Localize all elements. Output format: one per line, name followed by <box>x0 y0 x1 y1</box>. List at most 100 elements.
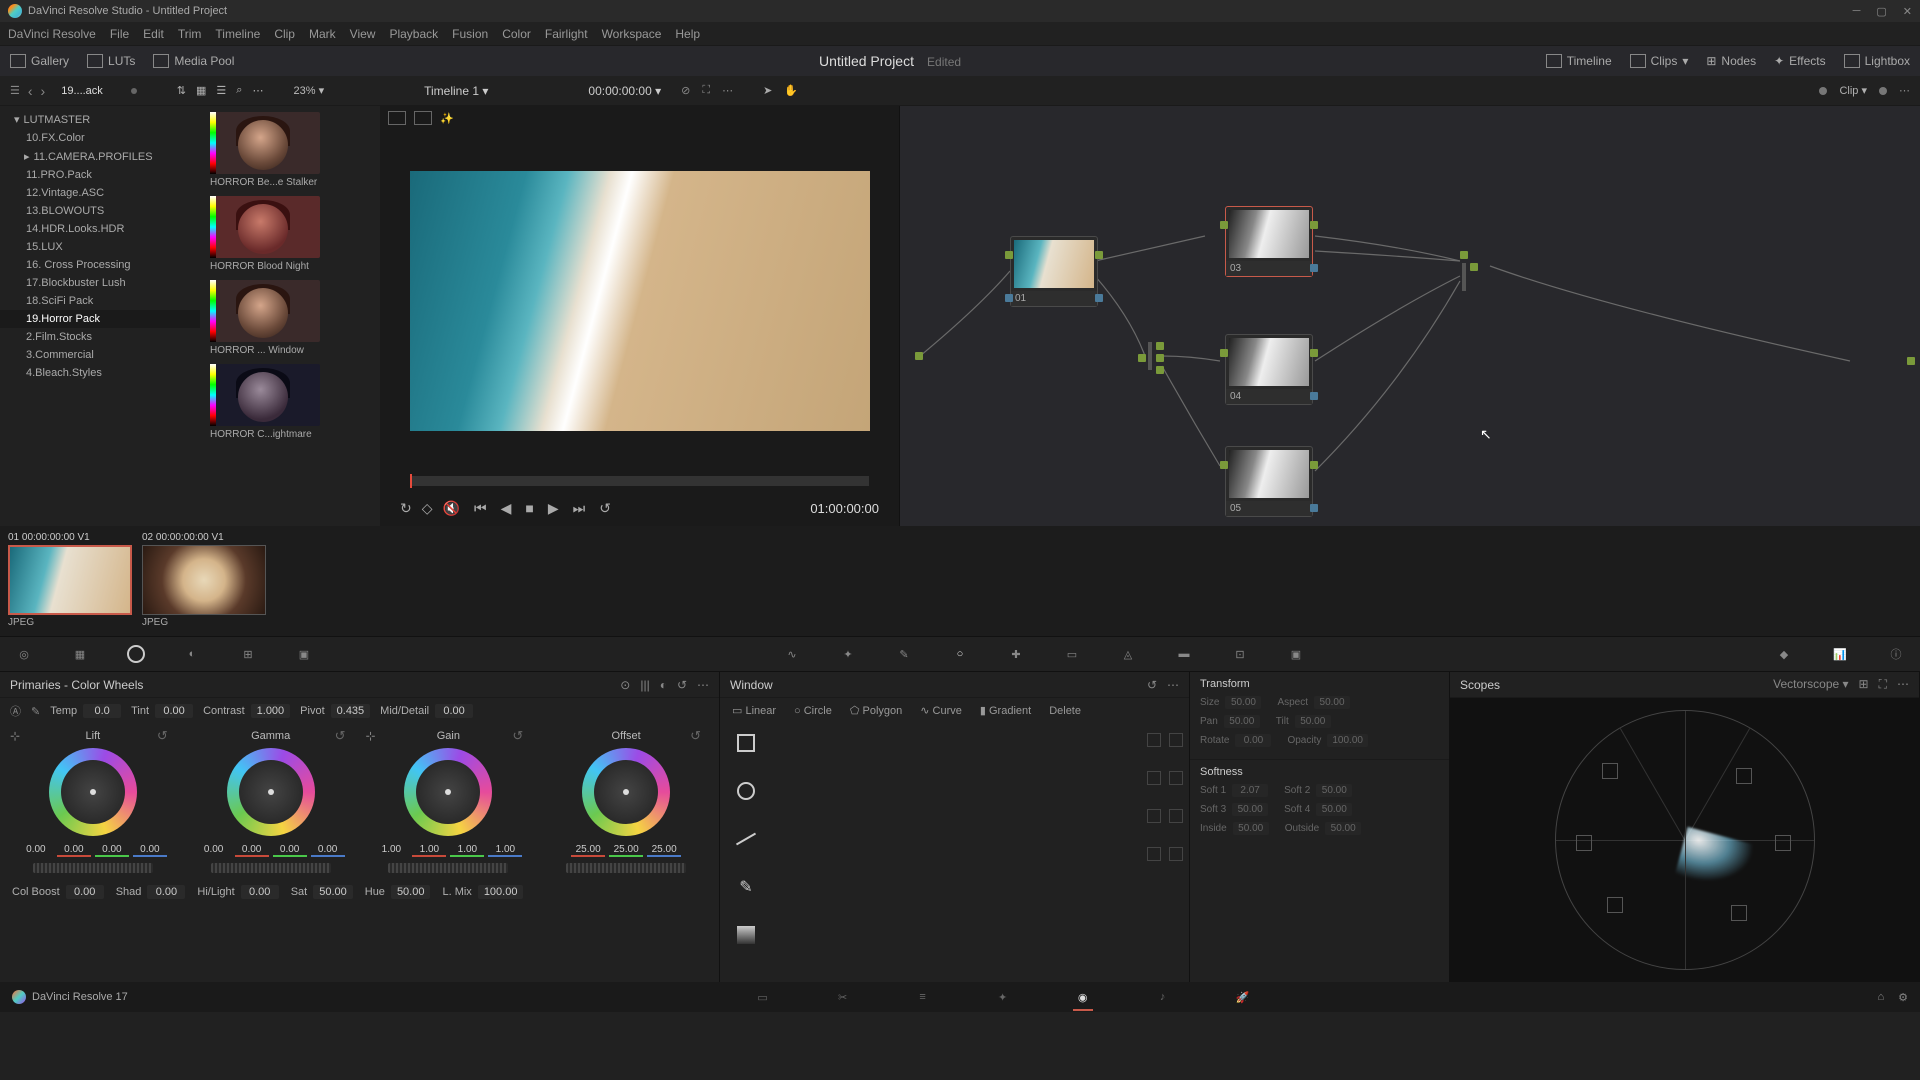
offset-master[interactable] <box>566 863 686 873</box>
clip-thumbnail[interactable]: 01 00:00:00:00 V1 JPEG <box>8 532 132 630</box>
lut-folder-item[interactable]: 15.LUX <box>0 238 200 256</box>
node-input-port[interactable] <box>1220 461 1228 469</box>
lut-folder-item[interactable]: 10.FX.Color <box>0 129 200 147</box>
tint-value[interactable]: 0.00 <box>155 704 193 718</box>
color-wheels-icon[interactable] <box>126 644 146 664</box>
clip-thumbnail[interactable]: 02 00:00:00:00 V1 JPEG <box>142 532 266 630</box>
sort-icon[interactable]: ⇅ <box>177 84 186 97</box>
gamma-r[interactable]: 0.00 <box>235 844 269 857</box>
timeline-selector[interactable]: Timeline 1 ▾ <box>424 84 488 98</box>
node-key-output-port[interactable] <box>1310 504 1318 512</box>
menu-fairlight[interactable]: Fairlight <box>545 27 588 41</box>
lut-folder-item[interactable]: ▸ 11.CAMERA.PROFILES <box>0 147 200 166</box>
motion-effects-icon[interactable]: ▣ <box>294 644 314 664</box>
gamma-g[interactable]: 0.00 <box>273 844 307 857</box>
close-button[interactable]: ✕ <box>1903 5 1912 18</box>
window-square-slot[interactable] <box>734 731 758 755</box>
menu-view[interactable]: View <box>350 27 376 41</box>
lut-folder-item[interactable]: 18.SciFi Pack <box>0 292 200 310</box>
middetail-value[interactable]: 0.00 <box>435 704 473 718</box>
sizing-icon[interactable]: ⊡ <box>1230 644 1250 664</box>
key-icon[interactable]: ▬ <box>1174 644 1194 664</box>
soft2-value[interactable]: 50.00 <box>1316 784 1352 797</box>
wheels-mode-icon[interactable]: ⊙ <box>620 678 630 692</box>
more-icon[interactable]: ⋯ <box>697 678 709 692</box>
search-icon[interactable]: ⌕ <box>236 84 242 97</box>
invert-toggle[interactable] <box>1169 809 1183 823</box>
clips-button[interactable]: Clips▾ <box>1630 54 1689 68</box>
node-key-output-port[interactable] <box>1310 392 1318 400</box>
soft3-value[interactable]: 50.00 <box>1232 803 1268 816</box>
graph-input-port[interactable] <box>915 352 923 360</box>
camera-raw-icon[interactable]: ◎ <box>14 644 34 664</box>
reset-icon[interactable]: ↺ <box>677 678 687 692</box>
viewer-timecode[interactable]: 00:00:00:00 ▾ <box>588 84 661 98</box>
expand-icon[interactable]: ⛶ <box>702 84 710 97</box>
lift-master[interactable] <box>33 863 153 873</box>
soft4-value[interactable]: 50.00 <box>1316 803 1352 816</box>
effects-button[interactable]: ✦Effects <box>1774 54 1826 68</box>
lift-g[interactable]: 0.00 <box>95 844 129 857</box>
mask-toggle[interactable] <box>1147 809 1161 823</box>
shape-polygon[interactable]: ⬠ Polygon <box>850 704 902 717</box>
lut-folder-item[interactable]: 16. Cross Processing <box>0 256 200 274</box>
lut-folder-item-selected[interactable]: 19.Horror Pack <box>0 310 200 328</box>
graph-output-port[interactable] <box>1907 357 1915 365</box>
node-output-port[interactable] <box>1310 349 1318 357</box>
zoom-level[interactable]: 23% ▾ <box>293 84 324 97</box>
qualifier-icon[interactable]: ✎ <box>894 644 914 664</box>
hand-tool[interactable]: ✋ <box>784 84 798 97</box>
rotate-value[interactable]: 0.00 <box>1235 734 1271 747</box>
lut-thumbnail[interactable]: HORROR C...ightmare <box>210 364 370 440</box>
reset-icon[interactable]: ↺ <box>512 728 523 744</box>
node-05[interactable]: 05 <box>1225 446 1313 517</box>
gamma-master[interactable] <box>211 863 331 873</box>
offset-g[interactable]: 25.00 <box>609 844 643 857</box>
pointer-tool[interactable]: ➤ <box>763 84 772 97</box>
contrast-value[interactable]: 1.000 <box>251 704 291 718</box>
lut-folder-item[interactable]: 13.BLOWOUTS <box>0 202 200 220</box>
color-match-icon[interactable]: ▦ <box>70 644 90 664</box>
page-cut[interactable]: ✂ <box>833 989 853 1005</box>
mediapool-button[interactable]: Media Pool <box>153 54 234 68</box>
node-03[interactable]: 03 <box>1225 206 1313 277</box>
viewer-mode-icon[interactable] <box>388 111 406 125</box>
lut-thumbnail[interactable]: HORROR ... Window <box>210 280 370 356</box>
nodes-button[interactable]: ⊞Nodes <box>1706 54 1756 68</box>
auto-balance-icon[interactable]: Ⓐ <box>10 703 21 719</box>
go-end-button[interactable]: ⏭ <box>573 500 586 517</box>
node-input-port[interactable] <box>1005 251 1013 259</box>
black-picker-icon[interactable]: ⊹ <box>10 729 20 743</box>
lut-folder-item[interactable]: 3.Commercial <box>0 346 200 364</box>
node-key-output-port[interactable] <box>1310 264 1318 272</box>
parallel-splitter[interactable] <box>1146 342 1156 372</box>
menu-playback[interactable]: Playback <box>389 27 438 41</box>
tilt-value[interactable]: 50.00 <box>1295 715 1331 728</box>
lut-folder-item[interactable]: 4.Bleach.Styles <box>0 364 200 382</box>
reset-icon[interactable]: ↺ <box>1147 678 1157 692</box>
more-icon[interactable]: ⋯ <box>1897 677 1909 692</box>
invert-toggle[interactable] <box>1169 847 1183 861</box>
hilight-value[interactable]: 0.00 <box>241 885 279 899</box>
offset-b[interactable]: 25.00 <box>647 844 681 857</box>
menu-workspace[interactable]: Workspace <box>602 27 662 41</box>
clip-selector[interactable]: Clip ▾ <box>1839 84 1867 97</box>
shape-gradient[interactable]: ▮ Gradient <box>980 704 1031 717</box>
minimize-button[interactable]: ─ <box>1853 5 1861 18</box>
window-linear-slot[interactable] <box>734 827 758 851</box>
size-value[interactable]: 50.00 <box>1225 696 1261 709</box>
hdr-wheels-icon[interactable]: ◐ <box>182 644 202 664</box>
page-fairlight[interactable]: ♪ <box>1153 989 1173 1005</box>
menu-file[interactable]: File <box>110 27 129 41</box>
loop-mode-icon[interactable]: ↻ <box>400 500 412 517</box>
lift-wheel[interactable] <box>49 748 137 836</box>
playhead[interactable] <box>410 474 412 488</box>
menu-mark[interactable]: Mark <box>309 27 336 41</box>
settings-icon[interactable]: ⚙ <box>1898 991 1908 1004</box>
window-icon[interactable]: ○ <box>950 644 970 664</box>
3d-icon[interactable]: ▣ <box>1286 644 1306 664</box>
node-output-port[interactable] <box>1310 461 1318 469</box>
node-04[interactable]: 04 <box>1225 334 1313 405</box>
lut-folder-item[interactable]: 12.Vintage.ASC <box>0 184 200 202</box>
parallel-mixer[interactable] <box>1460 251 1468 291</box>
